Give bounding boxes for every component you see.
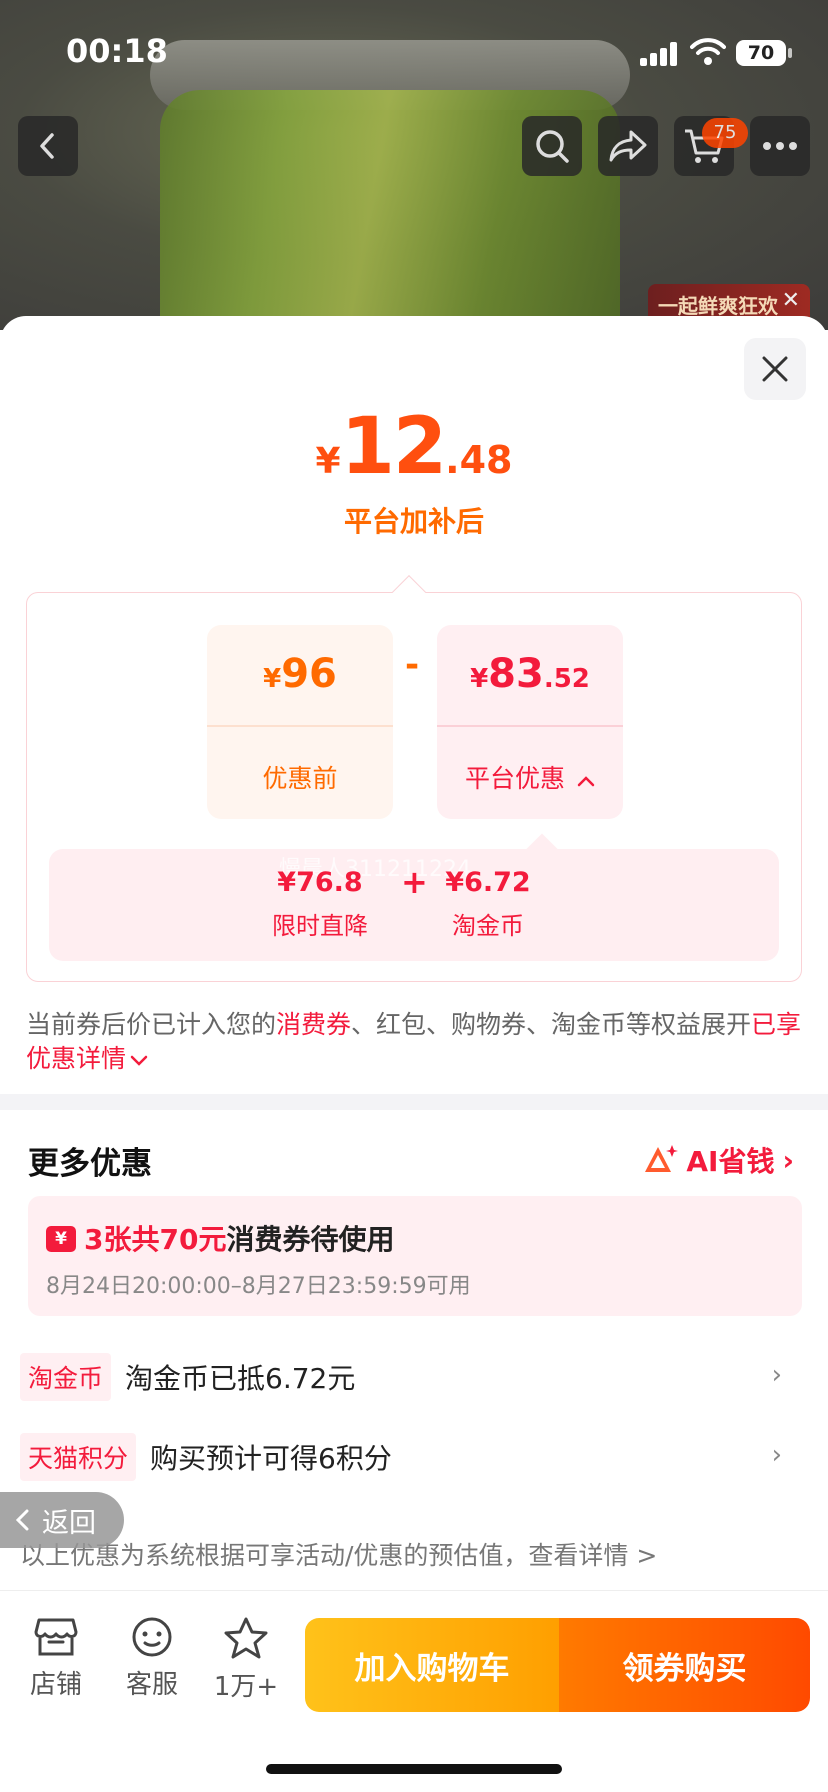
breakdown-item-taojinbi: ¥6.72 淘金币 <box>423 867 553 941</box>
price-calculation-box: ¥96 优惠前 - ¥83.52 平台优惠 慢晨人311211224 ¥76.8 <box>26 575 802 982</box>
benefit-row-taojinbi[interactable]: 淘金币 淘金币已抵6.72元 › <box>20 1352 810 1402</box>
platform-discount-value: ¥83.52 <box>437 651 623 721</box>
coupon-icon: ¥ <box>46 1226 76 1252</box>
minus-sign: - <box>405 645 420 685</box>
status-time: 00:18 <box>66 32 168 70</box>
final-price-decimal: .48 <box>445 438 513 482</box>
store-button[interactable]: 店铺 <box>16 1616 96 1701</box>
add-to-cart-button[interactable]: 加入购物车 <box>305 1618 559 1712</box>
chevron-left-icon <box>40 133 54 159</box>
cart-count-badge: 75 <box>702 118 748 148</box>
breakdown-item-direct-discount: ¥76.8 限时直降 <box>255 867 385 941</box>
original-price-card: ¥96 优惠前 <box>207 625 393 819</box>
close-icon[interactable]: ✕ <box>782 288 800 313</box>
original-price-label: 优惠前 <box>262 764 338 793</box>
coupon-text: 消费券待使用 <box>226 1223 395 1256</box>
status-bar: 00:18 70 <box>0 0 828 100</box>
price-note: 当前券后价已计入您的消费券、红包、购物券、淘金币等权益展开已享优惠详情 <box>26 1008 806 1076</box>
divider <box>437 725 623 727</box>
note-text: 、红包、购物券、淘金币等权益展开 <box>351 1010 752 1039</box>
platform-discount-label: 平台优惠 <box>437 759 623 795</box>
coupon-count: 3张共70元 <box>84 1223 227 1256</box>
discount-integer: 83 <box>488 651 544 697</box>
chevron-right-icon: › <box>782 1143 794 1177</box>
ai-save-money-label: AI省钱 <box>686 1145 775 1178</box>
breakdown-label: 限时直降 <box>272 912 368 940</box>
more-button[interactable] <box>750 116 810 176</box>
platform-discount-card[interactable]: ¥83.52 平台优惠 <box>437 625 623 819</box>
return-label: 返回 <box>42 1507 96 1539</box>
claim-coupon-buy-button[interactable]: 领券购买 <box>559 1618 810 1712</box>
coupon-card[interactable]: ¥ 3张共70元消费券待使用 8月24日20:00:00–8月27日23:59:… <box>28 1196 802 1316</box>
store-label: 店铺 <box>29 1670 82 1700</box>
final-price-integer: 12 <box>340 402 448 492</box>
divider <box>207 725 393 727</box>
currency-symbol: ¥ <box>263 664 282 694</box>
disclaimer-link[interactable]: 以上优惠为系统根据可享活动/优惠的预估值，查看详情 > <box>20 1536 657 1572</box>
customer-service-icon <box>132 1617 172 1657</box>
note-highlight: 消费券 <box>276 1010 352 1039</box>
platform-discount-label-text: 平台优惠 <box>465 764 566 793</box>
share-button[interactable] <box>598 116 658 176</box>
chevron-up-icon <box>577 776 595 787</box>
currency-symbol: ¥ <box>470 664 489 694</box>
favorite-button[interactable]: 1万+ <box>206 1616 286 1703</box>
search-button[interactable] <box>522 116 582 176</box>
footer-divider <box>0 1590 828 1591</box>
benefit-row-tmall-points[interactable]: 天猫积分 购买预计可得6积分 › <box>20 1432 810 1482</box>
chevron-right-icon: › <box>771 1360 782 1390</box>
favorite-count: 1万+ <box>213 1672 279 1702</box>
search-icon <box>536 130 569 163</box>
back-button[interactable] <box>18 116 78 176</box>
chevron-right-icon: › <box>771 1440 782 1470</box>
benefit-text: 购买预计可得6积分 <box>150 1442 392 1475</box>
benefit-text: 淘金币已抵6.72元 <box>125 1362 356 1395</box>
section-divider <box>0 1094 828 1110</box>
more-offers-title: 更多优惠 <box>28 1146 152 1182</box>
wifi-icon <box>690 38 726 65</box>
more-icon <box>763 142 797 150</box>
original-price-value: ¥96 <box>207 651 393 721</box>
original-price-integer: 96 <box>281 651 337 697</box>
note-text: 当前券后价已计入您的 <box>26 1010 277 1039</box>
ai-sparkle-icon <box>645 1145 679 1172</box>
breakdown-label: 淘金币 <box>452 912 524 940</box>
store-icon <box>34 1618 78 1656</box>
star-icon <box>224 1617 268 1659</box>
customer-service-button[interactable]: 客服 <box>112 1616 192 1701</box>
pointer-arrow <box>526 833 558 865</box>
currency-symbol: ¥ <box>315 441 341 482</box>
bottom-action-bar: 店铺 客服 1万+ 加入购物车 领券购买 <box>0 1606 828 1736</box>
ai-save-money-link[interactable]: AI省钱 › <box>644 1140 794 1180</box>
coupon-validity: 8月24日20:00:00–8月27日23:59:59可用 <box>46 1274 471 1299</box>
chevron-left-icon <box>15 1509 29 1531</box>
price-detail-sheet: ¥12.48 平台加补后 ¥96 优惠前 - ¥83.52 平台优惠 慢晨人31… <box>0 316 828 1792</box>
chevron-down-icon <box>130 1055 148 1066</box>
share-icon <box>609 130 647 162</box>
breakdown-value: ¥6.72 <box>445 867 531 898</box>
home-indicator <box>266 1764 562 1774</box>
signal-icon <box>640 42 680 66</box>
discount-decimal: .52 <box>543 664 590 694</box>
coupon-title: 3张共70元消费券待使用 <box>84 1218 394 1258</box>
platform-discount-breakdown: 慢晨人311211224 ¥76.8 限时直降 + ¥6.72 淘金币 <box>49 833 779 961</box>
breakdown-value: ¥76.8 <box>277 867 363 898</box>
benefit-tag: 天猫积分 <box>20 1433 137 1481</box>
pointer-arrow <box>392 575 426 609</box>
final-price: ¥12.48 <box>0 402 828 492</box>
benefit-tag: 淘金币 <box>20 1353 112 1401</box>
sheet-close-button[interactable] <box>744 338 806 400</box>
final-price-label: 平台加补后 <box>343 505 484 538</box>
close-icon <box>762 356 788 382</box>
customer-service-label: 客服 <box>125 1670 178 1700</box>
return-button[interactable]: 返回 <box>0 1492 124 1548</box>
promo-text: 一起鲜爽狂欢 <box>658 294 778 318</box>
battery-icon: 70 <box>736 40 792 66</box>
